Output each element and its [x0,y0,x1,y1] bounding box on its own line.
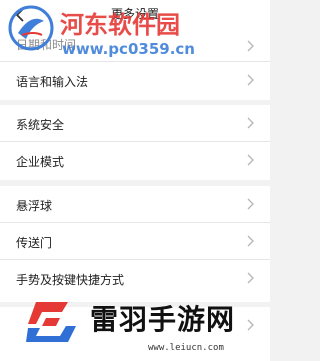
chevron-right-icon [247,319,254,331]
chevron-right-icon [247,74,254,86]
settings-item-label: 系统安全 [16,118,65,132]
settings-item-label: 企业模式 [16,155,65,169]
settings-group-general: 日期和时间 语言和输入法 [0,30,270,100]
settings-item-portal[interactable]: 传送门 [0,223,270,260]
settings-item-gestures-shortcuts[interactable]: 手势及按键快捷方式 [0,260,270,297]
settings-item-label: 语言和输入法 [16,75,89,89]
settings-item-label: 传送门 [16,236,53,250]
settings-item-enterprise-mode[interactable]: 企业模式 [0,142,270,179]
page-title: 更多设置 [110,7,159,21]
settings-item-label: 悬浮球 [16,199,53,213]
chevron-right-icon [247,154,254,166]
chevron-right-icon [247,272,254,284]
settings-group-more [0,307,270,361]
chevron-right-icon [247,198,254,210]
settings-item-language-input[interactable]: 语言和输入法 [0,62,270,99]
chevron-right-icon [247,40,254,52]
settings-item-label: 日期和时间 [16,38,77,52]
chevron-right-icon [247,117,254,129]
chevron-right-icon [247,235,254,247]
settings-item-obscured[interactable] [0,307,270,344]
settings-item-date-time[interactable]: 日期和时间 [0,30,270,62]
settings-group-security: 系统安全 企业模式 [0,105,270,180]
settings-item-floating-ball[interactable]: 悬浮球 [0,186,270,223]
settings-item-system-security[interactable]: 系统安全 [0,105,270,142]
top-bar: 更多设置 [0,0,270,30]
settings-group-shortcuts: 悬浮球 传送门 手势及按键快捷方式 [0,186,270,302]
settings-item-label: 手势及按键快捷方式 [16,273,125,287]
